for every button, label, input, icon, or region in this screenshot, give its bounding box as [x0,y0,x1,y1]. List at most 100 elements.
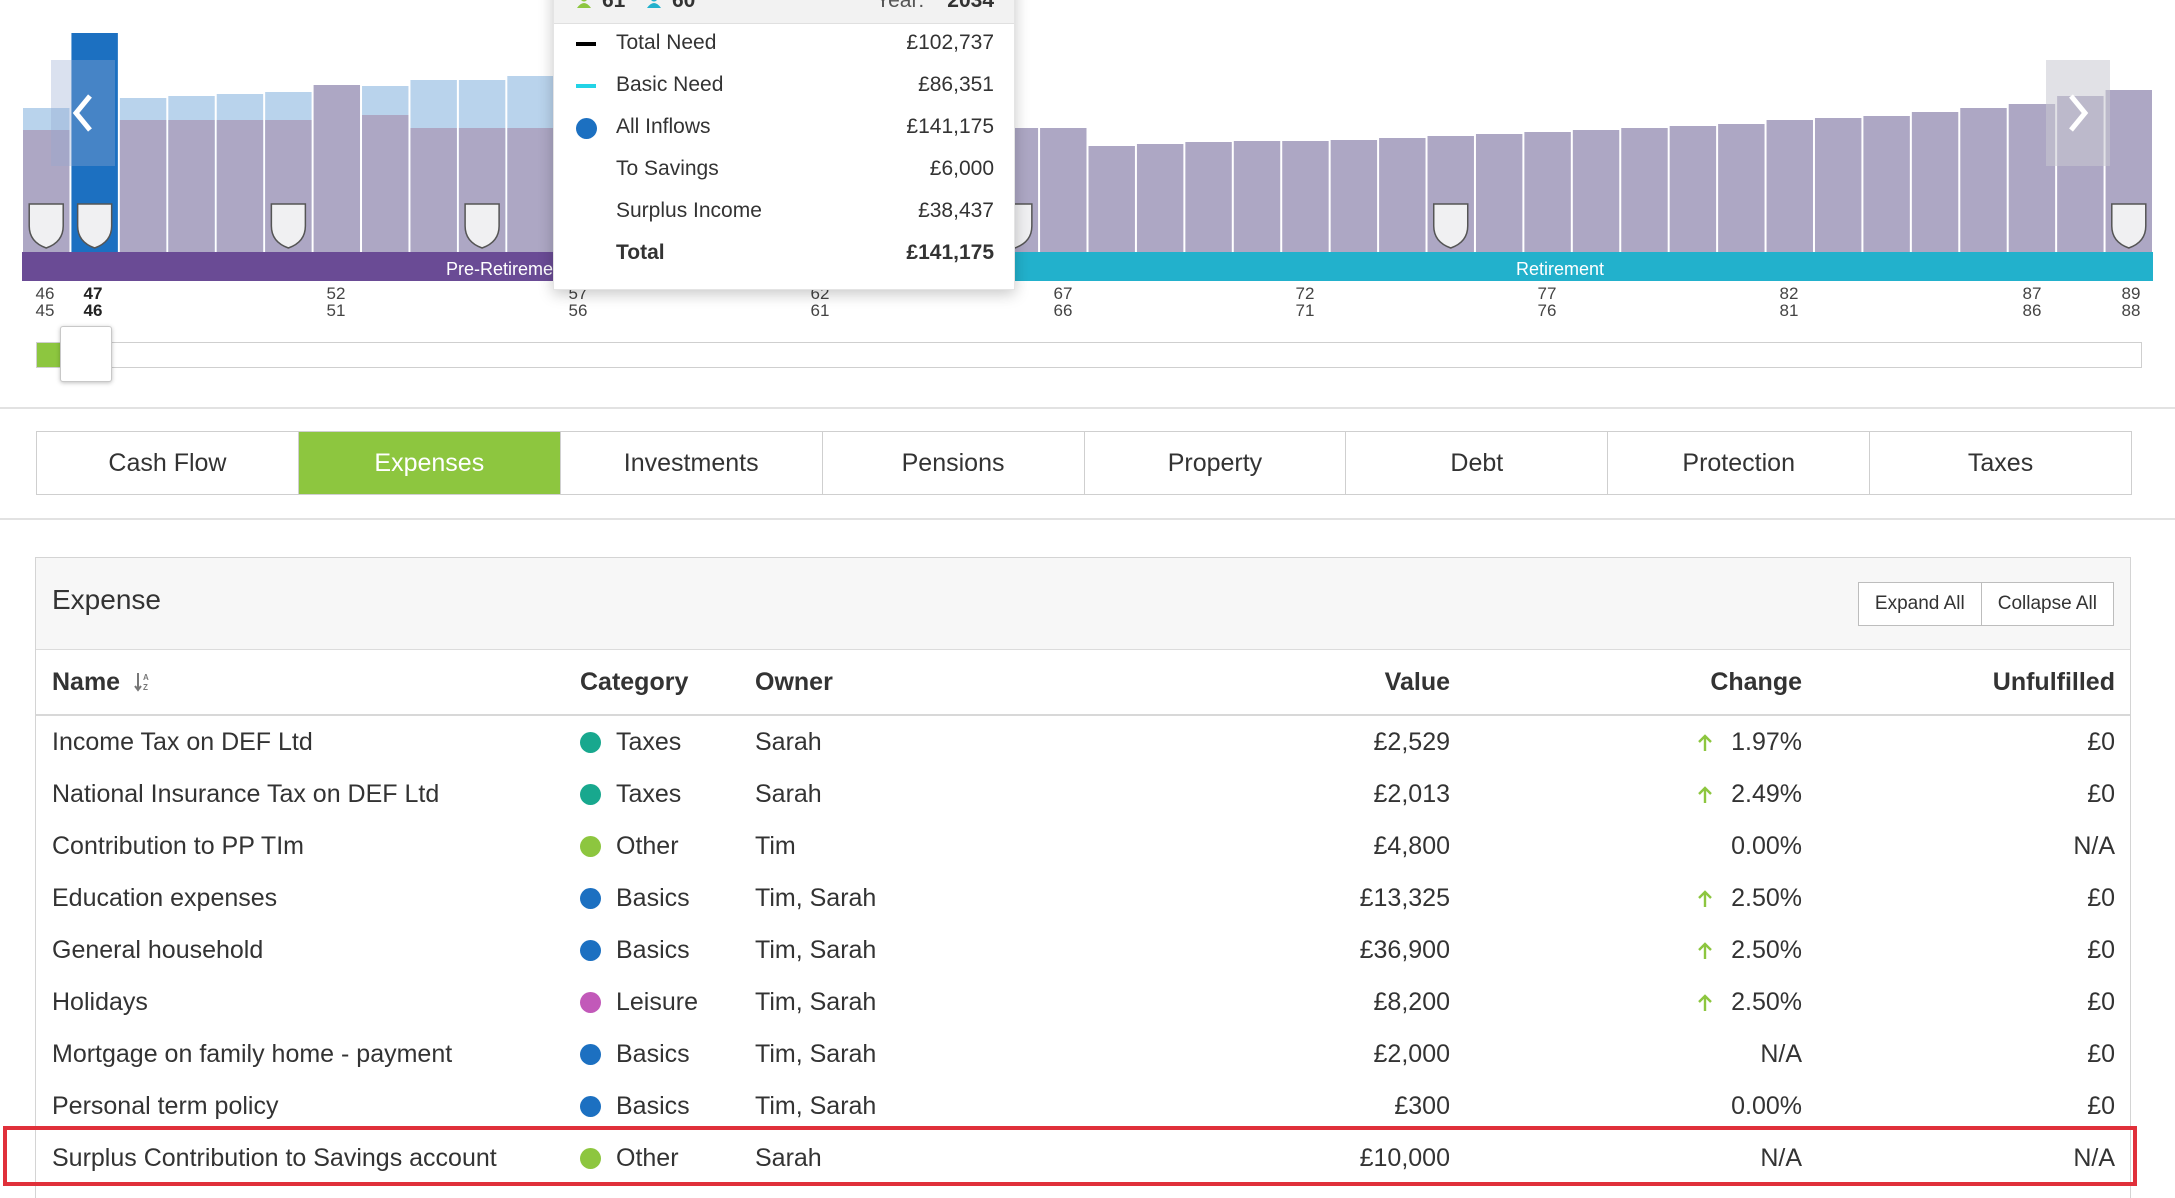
tooltip-year-label: Year: [876,0,925,12]
change-value: 2.49% [1731,780,1802,808]
highlighted-row-outline [3,1126,2137,1186]
chart-bar[interactable] [1282,141,1329,252]
chart-bar[interactable] [1911,112,1959,252]
tab-expenses[interactable]: Expenses [298,432,561,494]
chart-bar[interactable] [313,85,361,252]
expense-value: £2,000 [1373,1040,1450,1068]
expense-change: 1.97% [1697,728,1802,757]
chart-bar[interactable] [1766,120,1813,252]
expense-owner: Sarah [755,728,822,756]
tooltip-row-surplus-income: Surplus Income £38,437 [554,191,1014,233]
category-label: Other [616,832,679,860]
table-row[interactable]: Education expenses Basics Tim, Sarah £13,32… [36,872,2130,924]
table-row[interactable]: Income Tax on DEF Ltd Taxes Sarah £2,529 1.9… [36,716,2130,768]
expense-unfulfilled: £0 [2087,1092,2115,1120]
category-label: Basics [616,1040,690,1068]
column-header-owner[interactable]: Owner [755,668,833,697]
tooltip-year: 2034 [947,0,994,12]
chart-bar[interactable] [1185,142,1232,252]
chart-bar[interactable] [410,128,457,252]
table-row[interactable]: Contribution to PP TIm Other Tim £4,800 0.00… [36,820,2130,872]
table-row[interactable]: General household Basics Tim, Sarah £36,900… [36,924,2130,976]
column-header-change[interactable]: Change [1710,668,1802,697]
expense-panel: Expense Expand All Collapse All Name A Z… [35,557,2131,1198]
chart-bar[interactable] [1814,118,1862,252]
chart-bar[interactable] [1088,146,1135,252]
tooltip-value: £141,175 [906,241,994,264]
column-header-value[interactable]: Value [1385,668,1450,697]
sort-az-icon: A Z [134,673,149,692]
expense-change: 2.50% [1697,936,1802,965]
collapse-all-button[interactable]: Collapse All [1980,583,2113,625]
chart-bar[interactable] [1379,138,1426,252]
table-row[interactable]: National Insurance Tax on DEF Ltd Taxes Sa… [36,768,2130,820]
arrow-up-icon [1698,994,1712,1011]
event-shield-icon[interactable] [2111,203,2147,249]
chart-bar[interactable] [1136,144,1184,252]
panel-title: Expense [52,584,161,615]
timeline-slider-handle[interactable] [60,326,112,382]
year-tooltip: 61 60 Year: 2034 Total Need £102,737 Bas… [553,0,1015,290]
expand-all-button[interactable]: Expand All [1859,583,1981,625]
table-row[interactable]: Personal term policy Basics Tim, Sarah £300… [36,1080,2130,1132]
chart-bar[interactable] [507,128,554,252]
chart-bar[interactable] [1863,116,1910,252]
tab-investments[interactable]: Investments [560,432,823,494]
timeline-slider-track[interactable] [36,342,2142,368]
column-header-unfulfilled[interactable]: Unfulfilled [1993,668,2115,697]
chart-bar[interactable] [1524,132,1571,252]
expense-category: Taxes [580,728,681,757]
event-shield-icon[interactable] [270,203,307,249]
tab-taxes[interactable]: Taxes [1870,432,2131,494]
chart-bar[interactable] [216,120,264,252]
tooltip-header: 61 60 Year: 2034 [554,0,1014,24]
age-tick-person-2: 51 [327,301,346,320]
change-value: N/A [1760,1040,1802,1068]
chart-next-button[interactable] [2046,60,2110,166]
expense-owner: Tim, Sarah [755,1092,877,1120]
chart-bar[interactable] [1475,134,1523,252]
chart-prev-button[interactable] [51,60,115,166]
event-shield-icon[interactable] [76,203,113,249]
chart-bar[interactable] [1572,130,1620,252]
expense-name: Mortgage on family home - payment [52,1040,453,1068]
chart-bar[interactable] [1040,128,1087,252]
chart-bar[interactable] [1233,141,1281,252]
tab-cash-flow[interactable]: Cash Flow [37,432,299,494]
phase-label-pre-retirement: Pre-Retirement [446,259,568,279]
tab-pensions[interactable]: Pensions [822,432,1085,494]
tab-protection[interactable]: Protection [1608,432,1871,494]
change-value: 2.50% [1731,936,1802,964]
event-shield-icon[interactable] [464,203,500,249]
tab-property[interactable]: Property [1084,432,1347,494]
chart-bar[interactable] [1621,128,1668,252]
expense-name: National Insurance Tax on DEF Ltd [52,780,440,808]
change-value: 2.50% [1731,988,1802,1016]
expense-value: £13,325 [1359,884,1450,912]
chart-bar[interactable] [119,120,167,252]
category-dot-icon [580,940,601,961]
column-header-name[interactable]: Name A Z [52,668,153,697]
black-dash-icon [576,42,596,46]
chart-bar[interactable] [1330,140,1378,252]
table-row[interactable]: Holidays Leisure Tim, Sarah £8,200 2.50% £0 [36,976,2130,1028]
tab-debt[interactable]: Debt [1346,432,1609,494]
tooltip-row-basic-need: Basic Need £86,351 [554,65,1014,107]
expand-collapse-group: Expand All Collapse All [1857,582,2114,626]
chart-bar[interactable] [362,115,409,252]
chart-bar[interactable] [1718,124,1765,252]
expense-category: Basics [580,936,690,965]
category-dot-icon [580,732,601,753]
column-header-category[interactable]: Category [580,668,688,697]
chart-bar[interactable] [1960,108,2007,252]
expense-value: £36,900 [1359,936,1450,964]
expense-owner: Tim, Sarah [755,988,877,1016]
person-cyan-icon [647,0,661,9]
table-row[interactable]: Mortgage on family home - payment Basics T… [36,1028,2130,1080]
chart-bar[interactable] [168,120,215,252]
event-shield-icon[interactable] [1432,203,1469,249]
event-shield-icon[interactable] [28,203,64,249]
chart-bar[interactable] [1669,126,1717,252]
tooltip-row-total-need: Total Need £102,737 [554,23,1014,65]
age-tick-person-2: 45 [36,301,55,320]
